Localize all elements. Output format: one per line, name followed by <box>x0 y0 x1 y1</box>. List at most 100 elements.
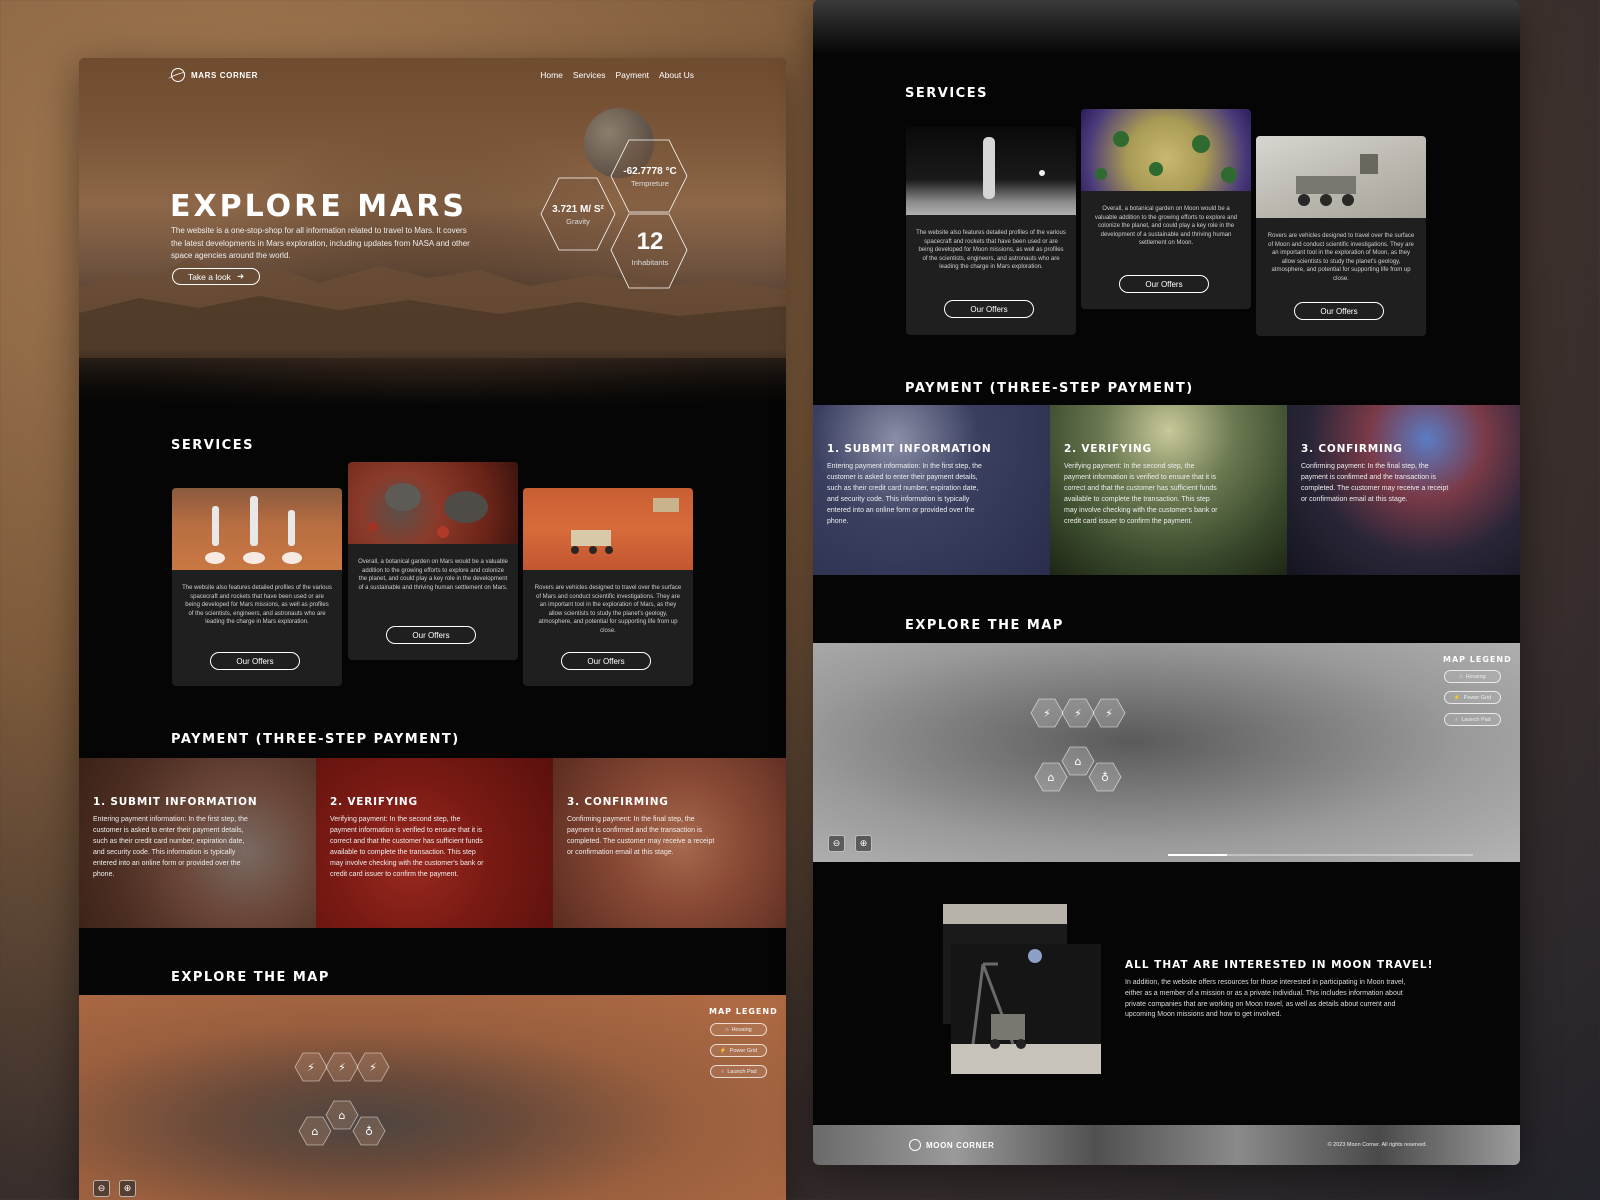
moon-rocket-image <box>906 127 1076 215</box>
rockets-image <box>172 488 342 570</box>
our-offers-button[interactable]: Our Offers <box>210 652 300 670</box>
service-card-text: Rovers are vehicles designed to travel o… <box>1267 233 1415 282</box>
nav-home[interactable]: Home <box>540 70 563 80</box>
service-card-rovers: Rovers are vehicles designed to travel o… <box>1256 136 1426 336</box>
temperature-value: -62.7778 °C <box>623 166 677 177</box>
take-a-look-label: Take a look <box>187 271 231 282</box>
our-offers-button[interactable]: Our Offers <box>1119 275 1209 293</box>
footer-copyright: © 2023 Moon Corner. All rights reserved. <box>1327 1142 1427 1148</box>
step-text: Entering payment information: In the fir… <box>93 816 248 878</box>
rocket-illustration <box>983 137 1045 199</box>
moon-garden-image <box>1081 109 1251 191</box>
svg-text:⌂: ⌂ <box>312 1125 319 1138</box>
step-text: Verifying payment: In the second step, t… <box>1064 463 1218 525</box>
nav-payment[interactable]: Payment <box>615 70 649 80</box>
rockets-illustration <box>205 496 302 564</box>
our-offers-button[interactable]: Our Offers <box>1294 302 1384 320</box>
zoom-in-icon: ⊕ <box>859 838 868 848</box>
mars-map-markers: ⚡ ⚡ ⚡ ⌂ ⌂ ♁ <box>294 1052 390 1146</box>
legend-housing[interactable]: ⌂ Housing <box>710 1023 767 1036</box>
nav-about-us[interactable]: About Us <box>659 70 694 80</box>
moon-map-markers: ⚡ ⚡ ⚡ ⌂ ⌂ ♁ <box>1030 698 1473 856</box>
nav-services[interactable]: Services <box>573 70 606 80</box>
payment-steps: 1. SUBMIT INFORMATION Entering payment i… <box>79 758 786 928</box>
mars-logo[interactable]: MARS CORNER <box>171 68 258 82</box>
our-offers-button[interactable]: Our Offers <box>561 652 651 670</box>
inhabitants-label: Inhabitants <box>631 258 669 267</box>
service-card-text: Overall, a botanical garden on Moon woul… <box>1094 206 1238 247</box>
svg-text:⌂: ⌂ <box>1048 771 1055 784</box>
nav-links: Home Services Payment About Us <box>540 70 694 80</box>
moon-rover-image <box>1256 136 1426 218</box>
step-text: Confirming payment: In the final step, t… <box>1301 463 1449 503</box>
house-icon: ⌂ <box>725 1026 729 1033</box>
planet-logo-icon <box>171 68 185 82</box>
svg-text:⚡: ⚡ <box>338 1061 346 1074</box>
legend-power-grid[interactable]: ⚡ Power Grid <box>1444 691 1501 704</box>
service-card-text: The website also features detailed profi… <box>916 230 1066 271</box>
map-legend-title: MAP LEGEND <box>709 1007 778 1016</box>
mars-hero: MARS CORNER Home Services Payment About … <box>79 58 786 408</box>
service-card-garden: Overall, a botanical garden on Moon woul… <box>1081 109 1251 309</box>
payment-step-1: 1. SUBMIT INFORMATION Entering payment i… <box>813 405 1050 575</box>
moon-map[interactable]: ⚡ ⚡ ⚡ ⌂ ⌂ ♁ MAP LEGEND ⌂ Housing ⚡ Power Grid … <box>813 643 1520 862</box>
service-card-rockets: The website also features detailed profi… <box>906 127 1076 335</box>
legend-label: Launch Pad <box>1461 716 1491 723</box>
legend-housing[interactable]: ⌂ Housing <box>1444 670 1501 683</box>
service-card-rovers: Rovers are vehicles designed to travel o… <box>523 488 693 686</box>
svg-text:⚡: ⚡ <box>1074 707 1082 720</box>
services-title: SERVICES <box>171 438 254 453</box>
our-offers-button[interactable]: Our Offers <box>944 300 1034 318</box>
zoom-out-button[interactable]: ⊖ <box>93 1180 110 1197</box>
legend-launch-pad[interactable]: ♁ Launch Pad <box>710 1065 767 1078</box>
legend-launch-pad[interactable]: ♁ Launch Pad <box>1444 713 1501 726</box>
zoom-in-button[interactable]: ⊕ <box>119 1180 136 1197</box>
legend-label: Power Grid <box>1463 694 1492 701</box>
inhabitants-value: 12 <box>636 228 664 255</box>
take-a-look-button[interactable]: Take a look ➜ <box>172 268 260 285</box>
service-card-text: The website also features detailed profi… <box>182 585 332 626</box>
gravity-value: 3.721 M/ S² <box>552 204 604 215</box>
rocket-icon: ♁ <box>720 1068 725 1075</box>
arrow-right-icon: ➜ <box>236 271 245 281</box>
mars-map[interactable]: ⚡ ⚡ ⚡ ⌂ ⌂ ♁ MAP LEGEND ⌂ Housing ⚡ Power Grid … <box>79 995 786 1200</box>
gravity-label: Gravity <box>566 217 590 226</box>
step-text: Entering payment information: In the fir… <box>827 463 982 525</box>
payment-step-2: 2. VERIFYING Verifying payment: In the s… <box>1050 405 1287 575</box>
service-card-text: Overall, a botanical garden on Mars woul… <box>358 559 508 591</box>
legend-label: Launch Pad <box>727 1068 757 1075</box>
moon-surface-header <box>813 0 1520 55</box>
payment-title: PAYMENT (THREE-STEP PAYMENT) <box>171 732 460 747</box>
moon-travel-illustration <box>943 904 1101 1074</box>
moon-footer: MOON CORNER © 2023 Moon Corner. All righ… <box>813 1125 1520 1165</box>
legend-label: Housing <box>1465 673 1486 680</box>
zoom-in-icon: ⊕ <box>123 1183 132 1193</box>
zoom-in-button[interactable]: ⊕ <box>855 835 872 852</box>
our-offers-button[interactable]: Our Offers <box>386 626 476 644</box>
hero-description: The website is a one-stop-shop for all i… <box>171 226 470 260</box>
moon-footer-logo[interactable]: MOON CORNER <box>909 1139 994 1151</box>
payment-title: PAYMENT (THREE-STEP PAYMENT) <box>905 381 1194 396</box>
plants-illustration <box>368 483 488 538</box>
service-card-text: Rovers are vehicles designed to travel o… <box>534 585 682 634</box>
legend-label: Housing <box>731 1026 752 1033</box>
moon-page: SERVICES The website also features detai… <box>813 0 1520 1165</box>
moon-plants-illustration <box>1095 131 1237 183</box>
map-legend-title: MAP LEGEND <box>1443 655 1512 664</box>
map-title: EXPLORE THE MAP <box>171 970 330 985</box>
hero-title: EXPLORE MARS <box>170 189 467 224</box>
temperature-stat: -62.7778 °C Tempreture <box>613 166 687 188</box>
moon-logo-icon <box>909 1139 921 1151</box>
svg-text:⚡: ⚡ <box>369 1061 377 1074</box>
moon-travel-title: ALL THAT ARE INTERESTED IN MOON TRAVEL! <box>1125 959 1434 971</box>
zoom-out-button[interactable]: ⊖ <box>828 835 845 852</box>
gravity-stat: 3.721 M/ S² Gravity <box>541 204 615 226</box>
legend-label: Power Grid <box>729 1047 758 1054</box>
step-title: 3. CONFIRMING <box>1301 443 1403 455</box>
moon-travel-description: In addition, the website offers resource… <box>1125 979 1406 1019</box>
legend-power-grid[interactable]: ⚡ Power Grid <box>710 1044 767 1057</box>
moon-rover-illustration <box>1296 154 1378 206</box>
lightning-icon: ⚡ <box>1453 694 1461 701</box>
payment-step-2: 2. VERIFYING Verifying payment: In the s… <box>316 758 553 928</box>
svg-text:⌂: ⌂ <box>339 1109 346 1122</box>
